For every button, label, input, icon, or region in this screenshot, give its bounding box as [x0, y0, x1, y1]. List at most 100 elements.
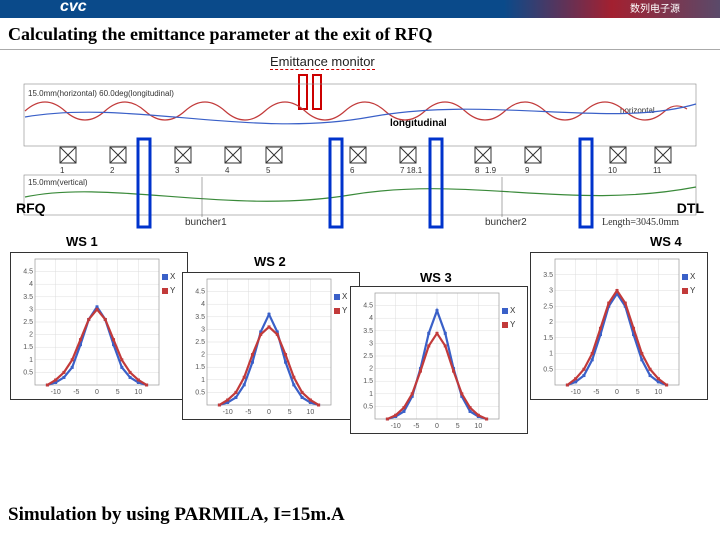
svg-text:4: 4: [369, 315, 373, 322]
svg-text:10: 10: [474, 423, 482, 430]
ws2-box-icon: [330, 139, 342, 227]
svg-text:4: 4: [29, 281, 33, 288]
ws4-caption: WS 4: [650, 234, 682, 249]
svg-text:2: 2: [29, 332, 33, 339]
svg-text:5: 5: [266, 166, 271, 175]
svg-text:0: 0: [95, 389, 99, 396]
svg-text:2: 2: [369, 366, 373, 373]
svg-text:5: 5: [636, 389, 640, 396]
svg-text:1: 1: [60, 166, 65, 175]
svg-text:10: 10: [134, 389, 142, 396]
svg-text:0.5: 0.5: [23, 369, 33, 376]
emittance-monitor-label: Emittance monitor: [270, 54, 375, 70]
svg-text:0: 0: [435, 423, 439, 430]
svg-text:Y: Y: [342, 306, 348, 315]
page-title: Calculating the emittance parameter at t…: [0, 18, 720, 50]
length-note: Length=3045.0mm: [602, 217, 679, 228]
ws3-caption: WS 3: [420, 270, 452, 285]
svg-text:X: X: [342, 292, 348, 301]
svg-text:X: X: [690, 272, 696, 281]
svg-text:0.5: 0.5: [363, 403, 373, 410]
svg-text:6: 6: [350, 166, 355, 175]
svg-text:2.5: 2.5: [195, 339, 205, 346]
header-band: cvc 数列电子源: [0, 0, 720, 18]
ws3-plot: 0.511.522.533.544.5-10-50510XY: [350, 286, 528, 434]
svg-text:3: 3: [29, 306, 33, 313]
svg-text:Y: Y: [170, 286, 176, 295]
ws2-plot: 0.5 1 1.5 2 2.5 3 3.5 4 4.5 -10 -5 0 5 10 XY: [182, 272, 360, 420]
svg-text:-10: -10: [51, 389, 61, 396]
header-cn: 数列电子源: [630, 0, 680, 15]
svg-text:5: 5: [456, 423, 460, 430]
svg-text:4.5: 4.5: [195, 289, 205, 296]
svg-text:10: 10: [306, 409, 314, 416]
svg-text:3.5: 3.5: [23, 294, 33, 301]
svg-text:-10: -10: [391, 423, 401, 430]
svg-text:5: 5: [288, 409, 292, 416]
svg-text:1: 1: [29, 357, 33, 364]
svg-text:3: 3: [369, 340, 373, 347]
svg-text:0: 0: [267, 409, 271, 416]
svg-text:-5: -5: [73, 389, 79, 396]
ws4-plot: 0.5 1 1.5 2 2.5 3 3.5 -10 -5 0 5 10 XY: [530, 252, 708, 400]
svg-text:2: 2: [110, 166, 115, 175]
svg-text:4: 4: [201, 301, 205, 308]
svg-text:2: 2: [549, 319, 553, 326]
svg-text:1: 1: [369, 391, 373, 398]
svg-text:4.5: 4.5: [363, 303, 373, 310]
ws-plots: WS 1 WS 2 WS 3 WS 4 0.5 1 1.5 2 2.5 3 3.5 4 4.5 -…: [10, 234, 710, 434]
svg-text:-5: -5: [245, 409, 251, 416]
ws1-caption: WS 1: [66, 234, 98, 249]
top-axis-note: 15.0mm(horizontal) 60.0deg(longitudinal): [28, 89, 174, 98]
buncher1-label: buncher1: [185, 217, 227, 228]
logo-text: cvc: [60, 0, 87, 16]
beamline-diagram: Emittance monitor longitudinal 15.0mm(ho…: [10, 54, 710, 234]
ws1-plot: 0.5 1 1.5 2 2.5 3 3.5 4 4.5 -10 -5 0 5 10 XY: [10, 252, 188, 400]
ws1-box-icon: [138, 139, 150, 227]
svg-text:8: 8: [475, 166, 480, 175]
svg-text:3.5: 3.5: [195, 314, 205, 321]
svg-text:4.5: 4.5: [23, 269, 33, 276]
svg-text:7 18.1: 7 18.1: [400, 166, 423, 175]
svg-text:-5: -5: [593, 389, 599, 396]
svg-text:Y: Y: [510, 320, 516, 329]
svg-text:-5: -5: [413, 423, 419, 430]
svg-text:Y: Y: [690, 286, 696, 295]
svg-text:X: X: [170, 272, 176, 281]
svg-text:1: 1: [549, 351, 553, 358]
ws4-box-icon: [580, 139, 592, 227]
svg-text:0.5: 0.5: [543, 366, 553, 373]
svg-text:1.5: 1.5: [195, 364, 205, 371]
svg-text:2.5: 2.5: [363, 353, 373, 360]
dtl-label: DTL: [677, 200, 704, 216]
svg-text:9: 9: [525, 166, 530, 175]
svg-text:2.5: 2.5: [23, 319, 33, 326]
svg-text:3.5: 3.5: [543, 272, 553, 279]
svg-text:1.9: 1.9: [485, 166, 497, 175]
svg-text:0.5: 0.5: [195, 389, 205, 396]
svg-text:10: 10: [608, 166, 617, 175]
ws3-box-icon: [430, 139, 442, 227]
svg-text:2.5: 2.5: [543, 303, 553, 310]
footer-caption: Simulation by using PARMILA, I=15m.A: [0, 498, 353, 526]
svg-text:3: 3: [549, 288, 553, 295]
rfq-label: RFQ: [16, 200, 46, 216]
svg-text:1.5: 1.5: [23, 344, 33, 351]
svg-text:-10: -10: [223, 409, 233, 416]
svg-text:5: 5: [116, 389, 120, 396]
svg-text:10: 10: [654, 389, 662, 396]
buncher2-label: buncher2: [485, 217, 527, 228]
vertical-note: 15.0mm(vertical): [28, 178, 88, 187]
svg-text:0: 0: [615, 389, 619, 396]
svg-text:-10: -10: [571, 389, 581, 396]
svg-text:3: 3: [201, 326, 205, 333]
svg-text:3.5: 3.5: [363, 328, 373, 335]
ws2-caption: WS 2: [254, 254, 286, 269]
svg-text:2: 2: [201, 352, 205, 359]
svg-text:1: 1: [201, 377, 205, 384]
svg-text:3: 3: [175, 166, 180, 175]
beamline-svg: 15.0mm(horizontal) 60.0deg(longitudinal)…: [10, 69, 710, 229]
svg-text:X: X: [510, 306, 516, 315]
svg-text:11: 11: [653, 166, 662, 175]
svg-text:1.5: 1.5: [543, 335, 553, 342]
